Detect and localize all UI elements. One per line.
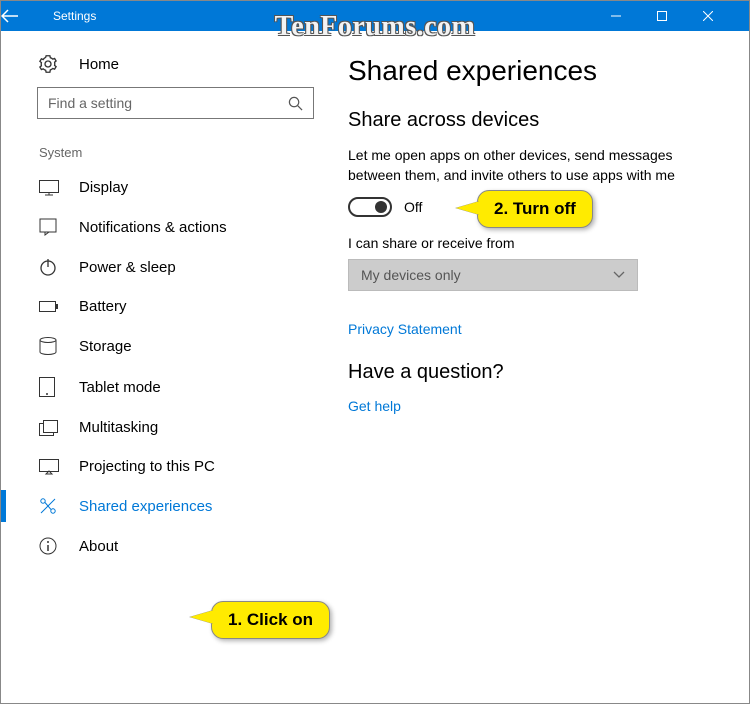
multitasking-icon <box>39 420 61 436</box>
nav-label: Notifications & actions <box>79 219 227 236</box>
section-title: Share across devices <box>348 109 721 132</box>
projecting-icon <box>39 459 61 475</box>
home-label: Home <box>79 56 119 73</box>
shared-icon <box>39 497 61 515</box>
home-nav[interactable]: Home <box>1 49 336 87</box>
share-toggle[interactable] <box>348 197 392 217</box>
share-from-dropdown[interactable]: My devices only <box>348 259 638 291</box>
power-icon <box>39 258 61 276</box>
notifications-icon <box>39 218 61 236</box>
search-placeholder: Find a setting <box>48 95 132 111</box>
nav-multitasking[interactable]: Multitasking <box>1 408 336 447</box>
back-button[interactable] <box>1 9 49 23</box>
tablet-icon <box>39 377 61 397</box>
nav-power[interactable]: Power & sleep <box>1 247 336 287</box>
toggle-state-label: Off <box>404 199 422 215</box>
minimize-button[interactable] <box>611 11 657 21</box>
share-from-label: I can share or receive from <box>348 235 721 251</box>
nav-tablet[interactable]: Tablet mode <box>1 366 336 408</box>
nav-shared-experiences[interactable]: Shared experiences <box>1 486 336 526</box>
get-help-link[interactable]: Get help <box>348 398 721 414</box>
chevron-down-icon <box>613 271 625 279</box>
callout-text: 1. Click on <box>228 610 313 629</box>
annotation-callout-1: 1. Click on <box>211 601 330 639</box>
storage-icon <box>39 337 61 355</box>
nav-label: Display <box>79 179 128 196</box>
nav-label: Battery <box>79 298 127 315</box>
nav-label: About <box>79 538 118 555</box>
main-panel: Shared experiences Share across devices … <box>336 31 749 703</box>
search-input[interactable]: Find a setting <box>37 87 314 119</box>
callout-text: 2. Turn off <box>494 199 576 218</box>
dropdown-value: My devices only <box>361 267 461 283</box>
nav-about[interactable]: About <box>1 526 336 566</box>
annotation-callout-2: 2. Turn off <box>477 190 593 228</box>
nav-battery[interactable]: Battery <box>1 287 336 326</box>
nav-notifications[interactable]: Notifications & actions <box>1 207 336 247</box>
display-icon <box>39 180 61 196</box>
info-icon <box>39 537 61 555</box>
nav-label: Tablet mode <box>79 379 161 396</box>
close-button[interactable] <box>703 11 749 21</box>
nav-label: Storage <box>79 338 132 355</box>
battery-icon <box>39 301 61 313</box>
search-icon <box>288 96 303 111</box>
privacy-link[interactable]: Privacy Statement <box>348 321 721 337</box>
nav-display[interactable]: Display <box>1 168 336 207</box>
nav-label: Shared experiences <box>79 498 212 515</box>
section-description: Let me open apps on other devices, send … <box>348 146 678 185</box>
page-title: Shared experiences <box>348 55 721 87</box>
titlebar: Settings <box>1 1 749 31</box>
nav-label: Power & sleep <box>79 259 176 276</box>
question-heading: Have a question? <box>348 361 721 384</box>
window-title: Settings <box>49 9 96 23</box>
maximize-button[interactable] <box>657 11 703 21</box>
nav-storage[interactable]: Storage <box>1 326 336 366</box>
nav-label: Multitasking <box>79 419 158 436</box>
nav-projecting[interactable]: Projecting to this PC <box>1 447 336 486</box>
gear-icon <box>39 55 61 73</box>
nav-label: Projecting to this PC <box>79 458 215 475</box>
category-label: System <box>1 137 336 168</box>
